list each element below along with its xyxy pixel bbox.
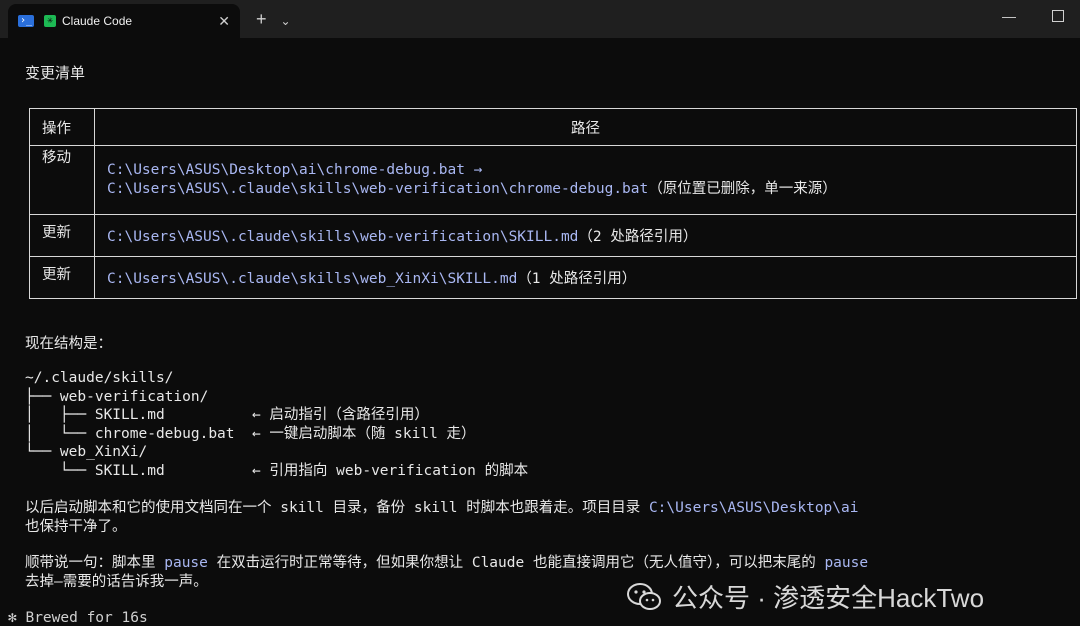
row-path: C:\Users\ASUS\.claude\skills\web_XinXi\S… <box>94 256 1077 299</box>
pause-keyword: pause <box>824 555 869 571</box>
status-line: ✻ Brewed for 16s <box>8 610 148 626</box>
minimize-button[interactable]: — <box>1002 8 1016 24</box>
change-table: 操作 路径 移动 C:\Users\ASUS\Desktop\ai\chrome… <box>29 108 1077 299</box>
change-list-heading: 变更清单 <box>25 64 86 82</box>
table-row: 移动 C:\Users\ASUS\Desktop\ai\chrome-debug… <box>29 145 1077 215</box>
path-note: （1 处路径引用） <box>517 271 637 287</box>
header-path: 路径 <box>94 108 1077 146</box>
structure-label: 现在结构是： <box>25 336 112 352</box>
tab-claude-code[interactable]: ›_ ✳ Claude Code ✕ <box>8 4 240 38</box>
row-path: C:\Users\ASUS\.claude\skills\web-verific… <box>94 214 1077 257</box>
pause-keyword: pause <box>164 555 208 571</box>
path-note: （2 处路径引用） <box>578 229 698 245</box>
tab-dropdown-icon[interactable]: ⌄ <box>281 14 291 28</box>
watermark-text: 公众号 · 渗透安全HackTwo <box>672 583 985 613</box>
row-op: 更新 <box>29 256 95 299</box>
wechat-icon <box>627 582 661 610</box>
tree-line: └── web_XinXi/ <box>25 444 148 460</box>
row-op: 更新 <box>29 214 95 257</box>
row-path: C:\Users\ASUS\Desktop\ai\chrome-debug.ba… <box>94 145 1077 215</box>
powershell-icon: ›_ <box>18 15 34 27</box>
table-header-row: 操作 路径 <box>29 108 1077 146</box>
table-row: 更新 C:\Users\ASUS\.claude\skills\web-veri… <box>29 214 1077 257</box>
path-text: C:\Users\ASUS\Desktop\ai\chrome-debug.ba… <box>107 162 483 178</box>
tree-line: ├── web-verification/ <box>25 388 209 405</box>
header-operation: 操作 <box>29 108 95 146</box>
tree-line: ~/.claude/skills/ <box>25 370 174 386</box>
new-tab-button[interactable]: + <box>256 9 267 30</box>
title-bar: ›_ ✳ Claude Code ✕ + ⌄ — <box>0 0 1080 38</box>
maximize-button[interactable] <box>1052 10 1064 22</box>
tree-line: └── SKILL.md ← 引用指向 web-verification 的脚本 <box>25 462 529 479</box>
tree-line: │ ├── SKILL.md ← 启动指引（含路径引用） <box>25 407 429 423</box>
directory-tree: ~/.claude/skills/ ├── web-verification/ │ … <box>25 369 528 480</box>
path-text: C:\Users\ASUS\.claude\skills\web_XinXi\S… <box>107 271 518 287</box>
path-text: C:\Users\ASUS\.claude\skills\web-verific… <box>107 181 649 197</box>
tab-title: Claude Code <box>62 14 133 28</box>
table-row: 更新 C:\Users\ASUS\.claude\skills\web_XinX… <box>29 256 1077 299</box>
tree-line: │ └── chrome-debug.bat ← 一键启动脚本（随 skill … <box>25 425 476 442</box>
row-op: 移动 <box>29 145 95 215</box>
path-note: （原位置已删除，单一来源） <box>648 181 837 197</box>
project-path: C:\Users\ASUS\Desktop\ai <box>648 500 859 516</box>
path-text: C:\Users\ASUS\.claude\skills\web-verific… <box>107 229 579 245</box>
summary-paragraph: 以后启动脚本和它的使用文档同在一个 skill 目录，备份 skill 时脚本也… <box>25 500 859 535</box>
watermark: 公众号 · 渗透安全HackTwo <box>626 578 984 615</box>
claude-icon: ✳ <box>44 15 56 27</box>
close-tab-icon[interactable]: ✕ <box>218 13 230 30</box>
